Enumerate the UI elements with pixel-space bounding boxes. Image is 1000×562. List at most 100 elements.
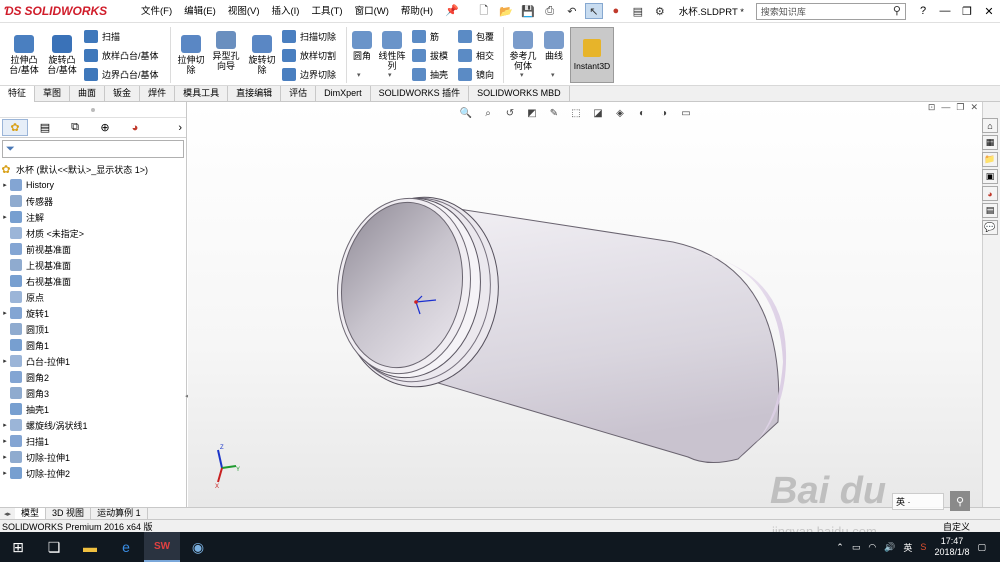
expand-arrow-icon[interactable]: ▸	[0, 357, 10, 365]
tree-item[interactable]: 圆角2	[0, 369, 186, 385]
tray-expand-icon[interactable]: ⌃	[836, 542, 844, 553]
curves-dropdown-icon[interactable]: ▾	[551, 71, 555, 79]
boundary-cut-button[interactable]: 边界切除	[282, 65, 336, 83]
tab-dimxpert[interactable]: DimXpert	[316, 86, 371, 102]
menu-view[interactable]: 视图(V)	[222, 0, 266, 23]
notification-center-icon[interactable]: ▢	[977, 542, 986, 553]
tree-item[interactable]: ▸ 注解	[0, 209, 186, 225]
tree-item[interactable]: 右视基准面	[0, 273, 186, 289]
tree-item[interactable]: 抽壳1	[0, 401, 186, 417]
tree-item[interactable]: ▸ 旋转1	[0, 305, 186, 321]
solidworks-taskbar-icon[interactable]: SW	[144, 532, 180, 562]
menu-edit[interactable]: 编辑(E)	[178, 0, 222, 23]
tab-evaluate[interactable]: 评估	[281, 86, 317, 102]
display-manager-icon[interactable]: ◕	[122, 119, 148, 136]
property-manager-icon[interactable]: ▤	[32, 119, 58, 136]
graphics-area[interactable]: 🔍 ⌕ ↺ ◩ ✎ ⬚ ◪ ◈ ◐ ◑ ▭ ⊡ — ❐ ✕ Z Y X	[188, 102, 982, 507]
menu-insert[interactable]: 插入(I)	[265, 0, 305, 23]
undo-icon[interactable]: ↶	[563, 3, 581, 19]
edge-browser-icon[interactable]: e	[108, 532, 144, 562]
menu-file[interactable]: 文件(F)	[135, 0, 178, 23]
loft-boss-button[interactable]: 放样凸台/基体	[84, 46, 159, 64]
tree-item[interactable]: 圆角1	[0, 337, 186, 353]
tab-surfaces[interactable]: 曲面	[70, 86, 106, 102]
draft-button[interactable]: 拔模	[412, 46, 448, 64]
extrude-cut-button[interactable]: 拉伸切 除	[174, 35, 208, 75]
intersect-button[interactable]: 相交	[458, 46, 494, 64]
mirror-button[interactable]: 镜向	[458, 65, 494, 83]
menu-tools[interactable]: 工具(T)	[305, 0, 348, 23]
custom-properties-icon[interactable]: ▤	[982, 203, 998, 218]
view-palette-icon[interactable]: ▣	[982, 169, 998, 184]
select-cursor-icon[interactable]: ↖	[584, 3, 603, 19]
forum-icon[interactable]: 💬	[982, 220, 998, 235]
tree-item[interactable]: 圆角3	[0, 385, 186, 401]
configuration-manager-icon[interactable]: ⧉	[62, 119, 88, 136]
minimize-icon[interactable]: —	[934, 5, 956, 17]
fillet-button[interactable]: 圆角	[350, 31, 374, 61]
tree-item[interactable]: ▸ 切除-拉伸1	[0, 449, 186, 465]
sweep-button[interactable]: 扫描	[84, 27, 120, 45]
knowledge-search-input[interactable]: 搜索知识库 ⚲	[755, 2, 906, 20]
tree-item[interactable]: ▸ 螺旋线/涡状线1	[0, 417, 186, 433]
pattern-dropdown-icon[interactable]: ▾	[388, 71, 392, 79]
revolve-cut-button[interactable]: 旋转切 除	[244, 35, 280, 75]
tree-item[interactable]: 圆顶1	[0, 321, 186, 337]
rib-button[interactable]: 筋	[412, 27, 439, 45]
menu-help[interactable]: 帮助(H)	[395, 0, 439, 23]
tab-direct-editing[interactable]: 直接编辑	[228, 86, 282, 102]
sogou-input-icon[interactable]: S	[920, 542, 926, 552]
rebuild-icon[interactable]: ●	[607, 3, 625, 19]
expand-arrow-icon[interactable]: ▸	[0, 421, 10, 429]
feature-manager-icon[interactable]: ✿	[2, 119, 28, 136]
restore-icon[interactable]: ❐	[956, 5, 978, 18]
loft-cut-button[interactable]: 放样切割	[282, 46, 336, 64]
options-gear-icon[interactable]: ⚙	[651, 3, 669, 19]
overlay-search-icon[interactable]: ⚲	[950, 491, 970, 511]
tab-scroll-arrows-icon[interactable]: ◂▸	[0, 510, 15, 518]
new-document-icon[interactable]: 🗋	[475, 3, 493, 19]
file-explorer-icon[interactable]: 📁	[982, 152, 998, 167]
tree-item[interactable]: ▸ 切除-拉伸2	[0, 465, 186, 481]
windows-start-icon[interactable]: ⊞	[0, 532, 36, 562]
pin-icon[interactable]: 📌	[439, 0, 465, 23]
tab-features[interactable]: 特征	[0, 86, 36, 102]
tree-item[interactable]: 传感器	[0, 193, 186, 209]
tree-item[interactable]: 前视基准面	[0, 241, 186, 257]
shell-button[interactable]: 抽壳	[412, 65, 448, 83]
expand-arrow-icon[interactable]: ▸	[0, 453, 10, 461]
file-properties-icon[interactable]: ▤	[629, 3, 647, 19]
reference-geometry-button[interactable]: 参考几 何体	[506, 31, 540, 71]
curves-button[interactable]: 曲线	[542, 31, 566, 61]
solidworks-resources-icon[interactable]: ⌂	[982, 118, 998, 133]
tab-mold-tools[interactable]: 模具工具	[175, 86, 229, 102]
close-icon[interactable]: ✕	[978, 5, 1000, 18]
tree-item[interactable]: 原点	[0, 289, 186, 305]
tab-model[interactable]: 模型	[15, 508, 47, 519]
tab-solidworks-mbd[interactable]: SOLIDWORKS MBD	[469, 86, 570, 102]
screenshot-tool-icon[interactable]: ◉	[180, 532, 216, 562]
expand-arrow-icon[interactable]: ▸	[0, 213, 10, 221]
revolve-boss-button[interactable]: 旋转凸 台/基体	[44, 35, 80, 75]
boundary-boss-button[interactable]: 边界凸台/基体	[84, 65, 159, 83]
tree-item[interactable]: ▸ 扫描1	[0, 433, 186, 449]
ime-language-indicator[interactable]: 英	[903, 541, 912, 554]
search-icon[interactable]: ⚲	[893, 4, 901, 17]
task-view-icon[interactable]: ❏	[36, 532, 72, 562]
instant3d-button[interactable]: Instant3D	[570, 27, 614, 83]
cup-model[interactable]	[188, 102, 982, 507]
expand-arrow-icon[interactable]: ▸	[0, 437, 10, 445]
help-question-icon[interactable]: ?	[912, 5, 934, 17]
chevron-right-icon[interactable]: ›	[178, 122, 182, 134]
print-icon[interactable]: ⎙	[541, 3, 559, 19]
taskbar-clock[interactable]: 17:47 2018/1/8	[934, 536, 969, 558]
ref-geometry-dropdown-icon[interactable]: ▾	[520, 71, 524, 79]
file-explorer-taskbar-icon[interactable]: ▬	[72, 532, 108, 562]
wrap-button[interactable]: 包覆	[458, 27, 494, 45]
linear-pattern-button[interactable]: 线性阵 列	[376, 31, 408, 71]
fillet-dropdown-icon[interactable]: ▾	[357, 71, 361, 79]
sweep-cut-button[interactable]: 扫描切除	[282, 27, 336, 45]
tree-root[interactable]: ✿ 水杯 (默认<<默认>_显示状态 1>)	[0, 161, 186, 177]
hole-wizard-button[interactable]: 异型孔 向导	[208, 31, 244, 71]
tab-motion-study[interactable]: 运动算例 1	[91, 508, 148, 519]
